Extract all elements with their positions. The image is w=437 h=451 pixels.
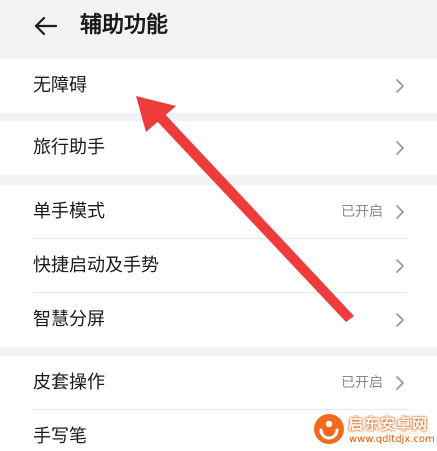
list-item-travel-assistant[interactable]: 旅行助手 <box>0 121 437 175</box>
status-value: 已开启 <box>341 375 383 391</box>
watermark-url: www.qdltdjx.com <box>349 434 435 445</box>
settings-group-1: 无障碍 <box>0 59 437 113</box>
list-item-accessibility[interactable]: 无障碍 <box>0 59 437 113</box>
accessibility-settings-screen: 辅助功能 无障碍 旅行助手 单手模式 已开启 快捷启动及手势 智慧分屏 皮套操作… <box>0 0 437 451</box>
list-item-shortcuts-gestures[interactable]: 快捷启动及手势 <box>0 239 437 293</box>
back-button[interactable] <box>30 8 66 44</box>
settings-group-2: 旅行助手 <box>0 121 437 175</box>
arrow-left-icon <box>34 16 58 36</box>
list-item-label: 智慧分屏 <box>33 309 105 330</box>
settings-group-3: 单手模式 已开启 快捷启动及手势 智慧分屏 <box>0 185 437 347</box>
list-item-label: 单手模式 <box>33 201 105 222</box>
page-title: 辅助功能 <box>80 13 169 38</box>
list-item-label: 旅行助手 <box>33 137 105 158</box>
chevron-right-icon <box>396 313 404 327</box>
list-item-one-handed-mode[interactable]: 单手模式 已开启 <box>0 185 437 239</box>
list-item-label: 快捷启动及手势 <box>33 255 159 276</box>
chevron-right-icon <box>396 376 404 390</box>
watermark-title: 启东安卓网 <box>348 415 429 433</box>
list-item-label: 无障碍 <box>33 75 87 96</box>
list-item-label: 皮套操作 <box>33 372 105 393</box>
list-item-label: 手写笔 <box>33 426 87 447</box>
chevron-right-icon <box>396 259 404 273</box>
list-item-smart-split-screen[interactable]: 智慧分屏 <box>0 293 437 347</box>
status-value: 已开启 <box>341 204 383 220</box>
list-item-cover-operation[interactable]: 皮套操作 已开启 <box>0 356 437 410</box>
chevron-right-icon <box>396 79 404 93</box>
watermark: 启东安卓网 www.qdltdjx.com <box>312 412 437 451</box>
chevron-right-icon <box>396 141 404 155</box>
chevron-right-icon <box>396 205 404 219</box>
header: 辅助功能 <box>0 0 437 55</box>
watermark-logo-icon <box>314 414 344 444</box>
